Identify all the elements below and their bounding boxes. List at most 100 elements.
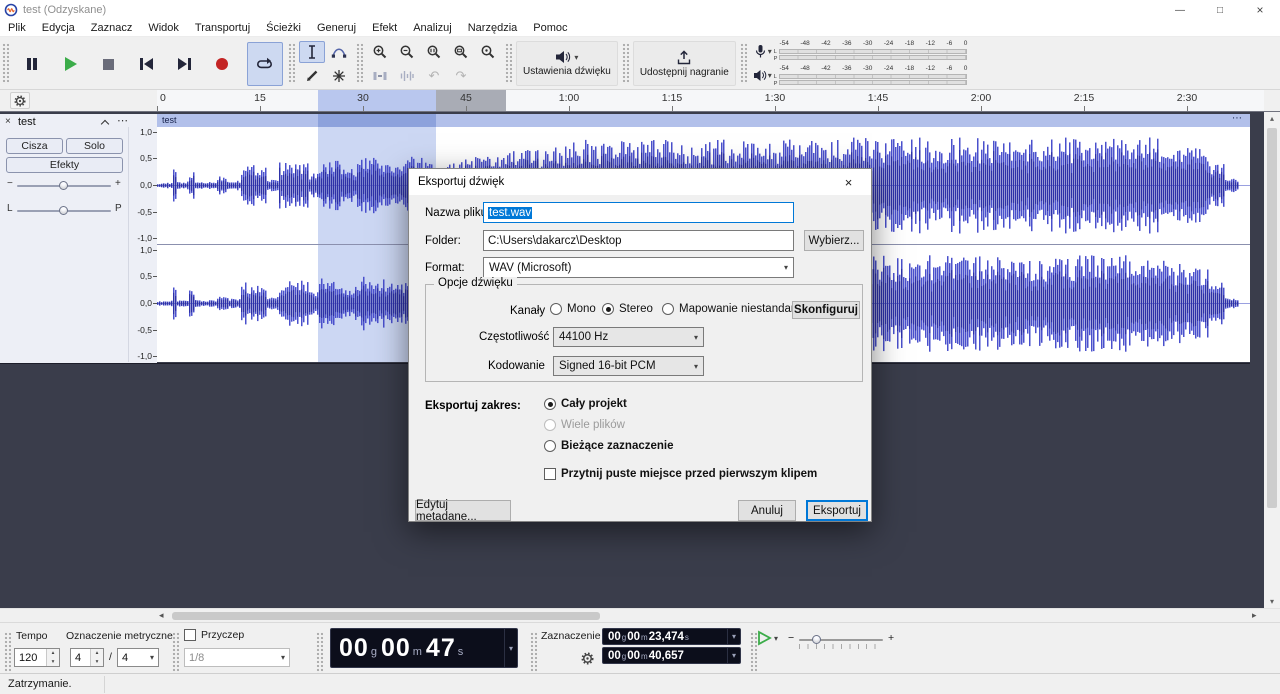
trim-audio-button[interactable] xyxy=(367,65,393,87)
audio-setup-grip[interactable] xyxy=(505,43,512,84)
time-sig-grip[interactable] xyxy=(4,632,11,674)
share-grip[interactable] xyxy=(622,43,629,84)
track-control-panel[interactable]: × test ⋯ Cisza Solo Efekty − + L P 1,0 0… xyxy=(0,114,157,364)
maximize-button[interactable]: □ xyxy=(1200,0,1240,20)
meter-grip[interactable] xyxy=(740,43,747,84)
time-sig-upper-input[interactable]: 4 ▴▾ xyxy=(70,648,104,667)
playback-meter[interactable]: ▾ L P -54-48-42-36-30-24-18-12-60 xyxy=(753,65,968,87)
time-sig-lower-combo[interactable]: 4 ▾ xyxy=(117,648,159,667)
selection-start-field[interactable]: 00g 00m 23,474s ▾ xyxy=(602,628,741,645)
silence-audio-button[interactable] xyxy=(394,65,420,87)
menu-generuj[interactable]: Generuj xyxy=(309,20,364,37)
effects-button[interactable]: Efekty xyxy=(6,157,123,173)
zoom-selection-button[interactable] xyxy=(421,41,447,63)
clip-menu-icon[interactable]: ⋯ xyxy=(1232,113,1242,124)
menu-efekt[interactable]: Efekt xyxy=(364,20,405,37)
time-display[interactable]: 00g 00m 47s ▾ xyxy=(330,628,518,668)
selection-end-field[interactable]: 00g 00m 40,657▾ xyxy=(602,647,741,664)
scroll-left-icon[interactable]: ◂ xyxy=(159,610,164,621)
vertical-scrollbar[interactable]: ▴ ▾ xyxy=(1264,112,1280,608)
transport-toolbar-grip[interactable] xyxy=(2,43,9,84)
time-ruler[interactable]: 0 15 30 45 1:00 1:15 1:30 1:45 2:00 2:15… xyxy=(157,90,1264,111)
trim-silence-checkbox[interactable]: Przytnij puste miejsce przed pierwszym k… xyxy=(544,468,817,480)
channels-mono-radio[interactable]: Mono xyxy=(550,303,596,315)
loop-button[interactable] xyxy=(247,42,283,86)
skip-to-start-button[interactable] xyxy=(128,42,164,86)
snap-checkbox[interactable]: Przyczep xyxy=(184,629,244,641)
undo-button[interactable]: ↶ xyxy=(421,65,447,87)
menu-narzedzia[interactable]: Narzędzia xyxy=(460,20,526,37)
recording-meter[interactable]: ▾ L P -54-48-42-36-30-24-18-12-60 xyxy=(753,40,968,62)
menu-plik[interactable]: Plik xyxy=(0,20,34,37)
menu-analizuj[interactable]: Analizuj xyxy=(405,20,460,37)
selection-grip[interactable] xyxy=(530,632,537,674)
edit-toolbar-grip[interactable] xyxy=(356,43,363,84)
dialog-close-button[interactable]: × xyxy=(826,169,871,195)
range-multiple-files-radio[interactable]: Wiele plików xyxy=(544,419,625,431)
edit-metadata-button[interactable]: Edytuj metadane... xyxy=(415,500,511,521)
track-name[interactable]: test xyxy=(18,116,36,128)
skip-to-end-button[interactable] xyxy=(166,42,202,86)
trim-silence-checkbox-box[interactable] xyxy=(544,468,556,480)
tempo-spinner[interactable]: ▴▾ xyxy=(46,649,59,666)
zoom-fit-project-button[interactable] xyxy=(448,41,474,63)
menu-transportuj[interactable]: Transportuj xyxy=(187,20,258,37)
gain-slider-thumb[interactable] xyxy=(59,181,68,190)
mute-button[interactable]: Cisza xyxy=(6,138,63,154)
zoom-toggle-button[interactable] xyxy=(475,41,501,63)
sample-rate-combo[interactable]: 44100 Hz ▾ xyxy=(553,327,704,347)
play-at-speed-button[interactable]: ▾ xyxy=(756,630,778,646)
scroll-right-icon[interactable]: ▸ xyxy=(1252,610,1257,621)
time-display-grip[interactable] xyxy=(316,632,323,674)
horizontal-scrollbar[interactable]: ◂ ▸ xyxy=(0,608,1280,622)
pause-button[interactable] xyxy=(14,42,50,86)
scroll-down-icon[interactable]: ▾ xyxy=(1264,597,1280,606)
export-button[interactable]: Eksportuj xyxy=(806,500,868,521)
share-audio-button[interactable]: Udostępnij nagranie xyxy=(633,41,736,86)
snap-grip[interactable] xyxy=(172,632,179,674)
encoding-combo[interactable]: Signed 16-bit PCM ▾ xyxy=(553,356,704,376)
pan-slider-thumb[interactable] xyxy=(59,206,68,215)
clip-title-bar[interactable]: test ⋯ xyxy=(157,114,1250,127)
close-button[interactable]: × xyxy=(1240,0,1280,20)
vertical-scroll-thumb[interactable] xyxy=(1267,128,1277,508)
cancel-button[interactable]: Anuluj xyxy=(738,500,796,521)
snap-combo[interactable]: 1/8 ▾ xyxy=(184,648,290,667)
horizontal-scroll-thumb[interactable] xyxy=(172,612,600,620)
timeline-options-button[interactable] xyxy=(10,92,30,109)
track-close-icon[interactable]: × xyxy=(5,116,11,127)
menu-pomoc[interactable]: Pomoc xyxy=(525,20,575,37)
scroll-up-icon[interactable]: ▴ xyxy=(1264,114,1280,123)
snap-checkbox-box[interactable] xyxy=(184,629,196,641)
draw-tool-button[interactable] xyxy=(299,65,325,87)
time-sig-spinner[interactable]: ▴▾ xyxy=(90,649,103,666)
zoom-in-button[interactable] xyxy=(367,41,393,63)
multi-tool-button[interactable] xyxy=(326,65,352,87)
configure-button[interactable]: Skonfiguruj xyxy=(792,301,860,319)
browse-button[interactable]: Wybierz... xyxy=(804,230,864,251)
menu-zaznacz[interactable]: Zaznacz xyxy=(83,20,141,37)
play-speed-thumb[interactable] xyxy=(812,635,821,644)
range-whole-project-radio[interactable]: Cały projekt xyxy=(544,398,627,410)
menu-widok[interactable]: Widok xyxy=(140,20,187,37)
file-name-input[interactable]: test.wav xyxy=(483,202,794,223)
audio-setup-button[interactable]: ▾ Ustawienia dźwięku xyxy=(516,41,618,86)
solo-button[interactable]: Solo xyxy=(66,138,123,154)
format-combo[interactable]: WAV (Microsoft) ▾ xyxy=(483,257,794,278)
dialog-title-bar[interactable]: Eksportuj dźwięk × xyxy=(409,169,871,195)
zoom-out-button[interactable] xyxy=(394,41,420,63)
track-menu-icon[interactable]: ⋯ xyxy=(117,114,128,127)
range-current-selection-radio[interactable]: Bieżące zaznaczenie xyxy=(544,440,674,452)
stop-button[interactable] xyxy=(90,42,126,86)
play-button[interactable] xyxy=(52,42,88,86)
track-collapse-icon[interactable] xyxy=(101,120,109,128)
minimize-button[interactable]: — xyxy=(1160,0,1200,20)
menu-edycja[interactable]: Edycja xyxy=(34,20,83,37)
folder-input[interactable]: C:\Users\dakarcz\Desktop xyxy=(483,230,794,251)
selection-options-button[interactable] xyxy=(578,650,596,666)
tempo-input[interactable]: 120 ▴▾ xyxy=(14,648,60,667)
tools-toolbar-grip[interactable] xyxy=(288,43,295,84)
channels-stereo-radio[interactable]: Stereo xyxy=(602,303,653,315)
envelope-tool-button[interactable] xyxy=(326,41,352,63)
record-button[interactable] xyxy=(204,42,240,86)
